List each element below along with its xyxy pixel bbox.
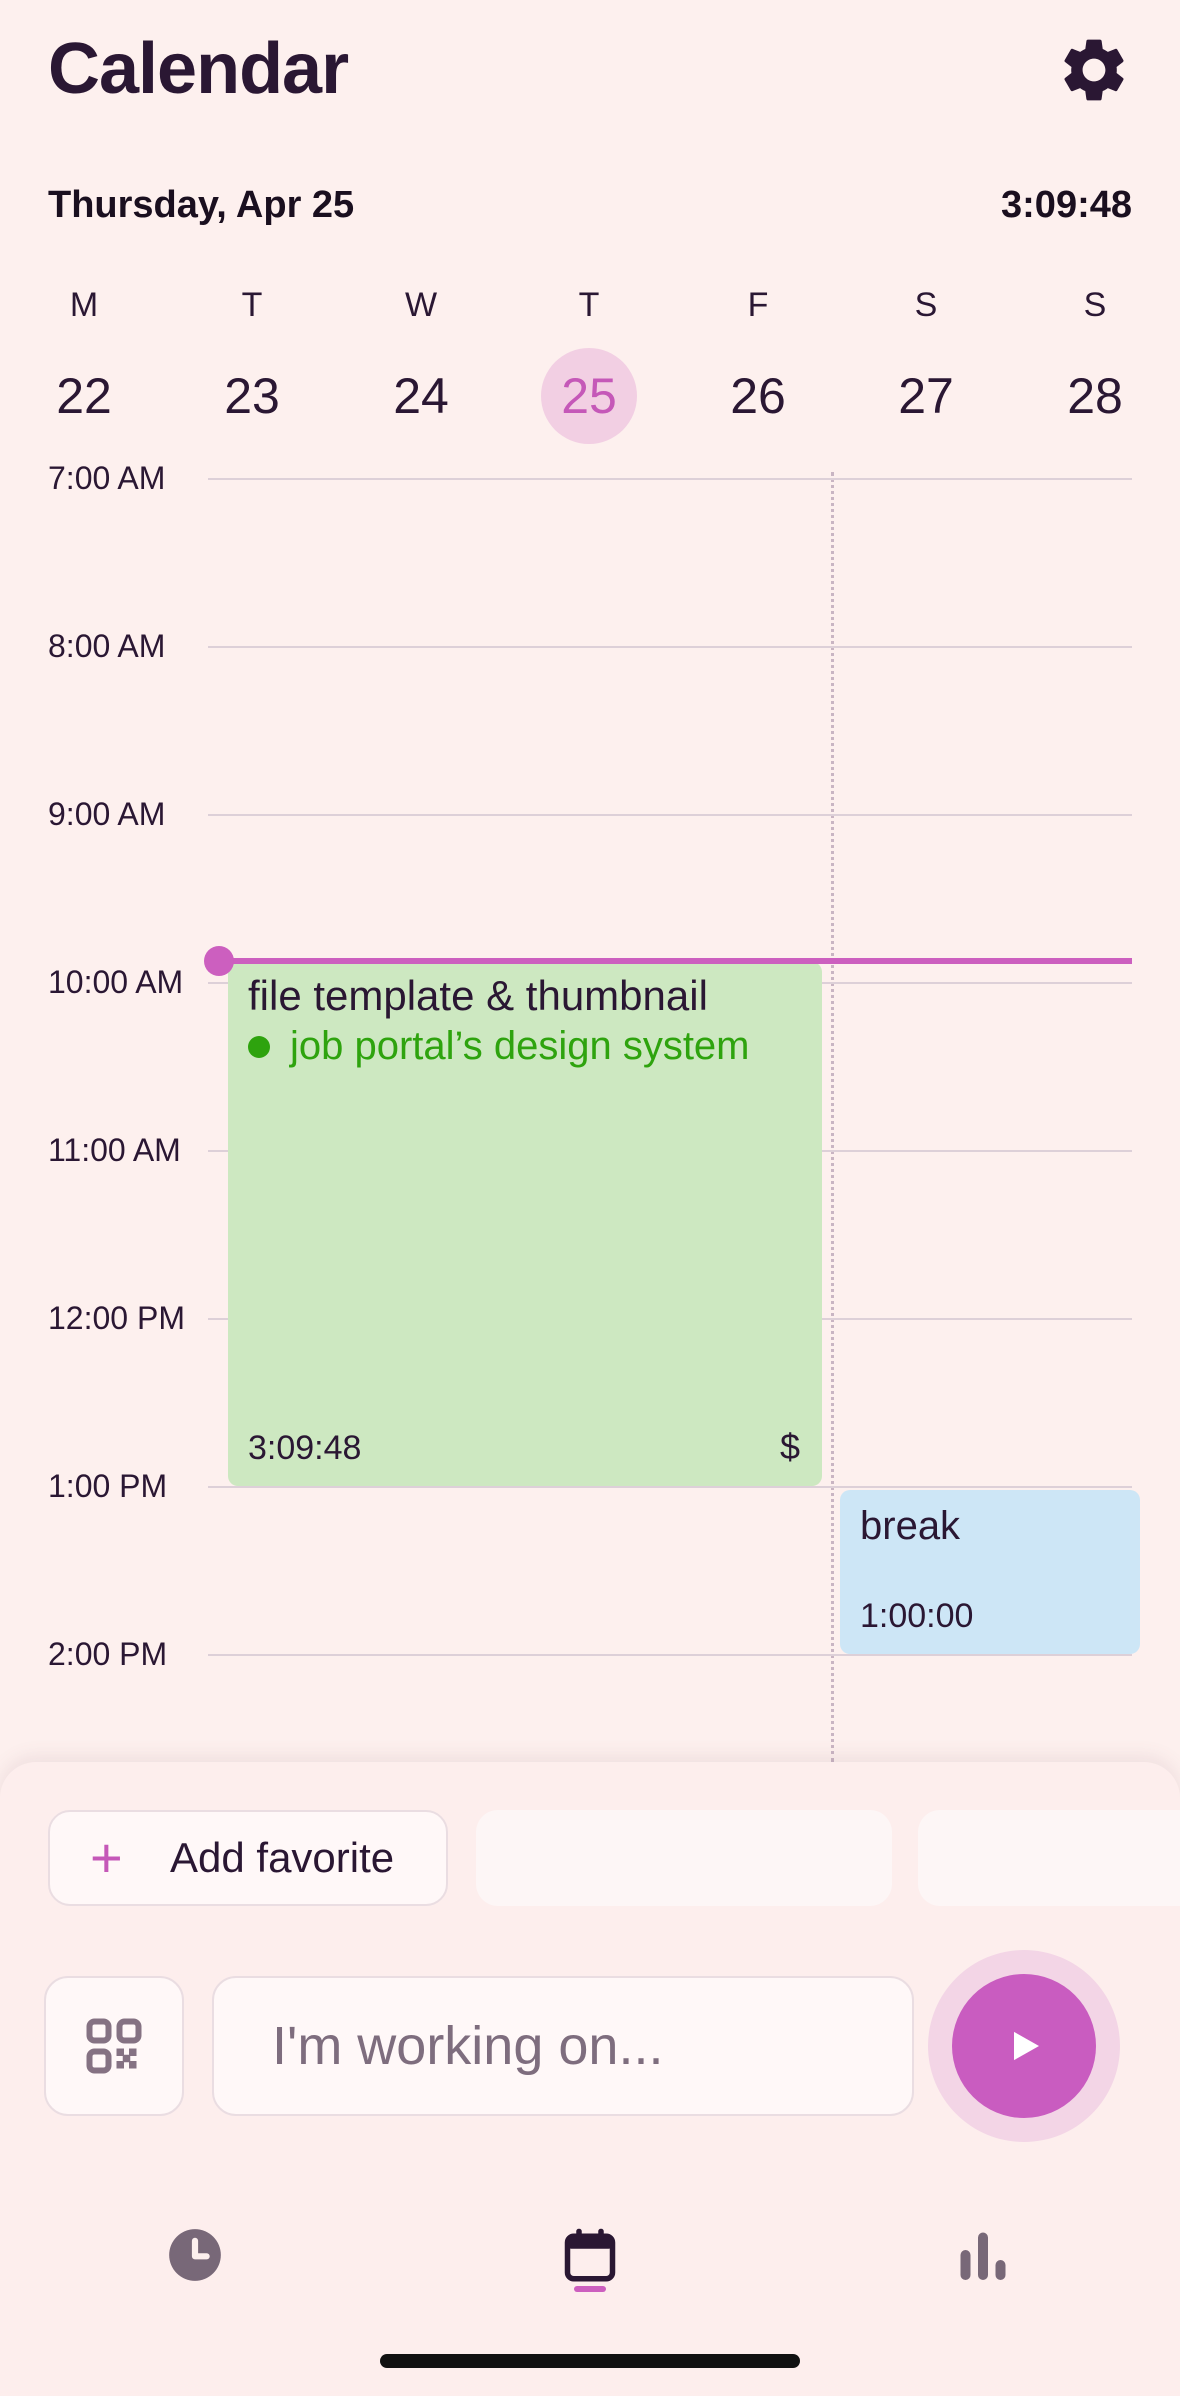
day-letter: S — [914, 286, 938, 324]
day-saturday[interactable]: S 27 — [856, 280, 996, 444]
hour-line — [208, 814, 1132, 816]
hour-label: 11:00 AM — [48, 1132, 181, 1168]
plus-icon: + — [90, 1826, 123, 1889]
favorite-slot[interactable] — [476, 1810, 892, 1906]
hour-line — [208, 1486, 1132, 1488]
day-number: 23 — [224, 368, 280, 424]
event-work[interactable]: file template & thumbnail job portal’s d… — [228, 962, 822, 1486]
add-favorite-label: Add favorite — [170, 1834, 395, 1881]
current-time: 3:09:48 — [1001, 184, 1132, 226]
bar-chart-icon — [960, 2232, 1006, 2280]
day-wednesday[interactable]: W 24 — [351, 280, 491, 444]
hour-label: 9:00 AM — [48, 796, 166, 832]
day-letter: T — [578, 286, 600, 324]
day-number-today: 25 — [541, 348, 637, 444]
day-number: 27 — [898, 368, 954, 424]
play-icon — [1014, 2031, 1039, 2061]
day-letter: M — [69, 286, 99, 324]
nav-reports[interactable] — [938, 2210, 1028, 2300]
event-project: job portal’s design system — [248, 1024, 750, 1069]
day-number: 26 — [730, 368, 786, 424]
hour-line — [208, 646, 1132, 648]
day-letter: W — [404, 286, 438, 324]
event-title: file template & thumbnail — [248, 972, 708, 1019]
day-monday[interactable]: M 22 — [14, 280, 154, 444]
hour-label: 7:00 AM — [48, 460, 166, 496]
day-letter: S — [1083, 286, 1107, 324]
day-number: 22 — [56, 368, 112, 424]
day-number: 24 — [393, 368, 449, 424]
event-break[interactable]: break 1:00:00 — [840, 1490, 1140, 1654]
hour-label: 12:00 PM — [48, 1300, 185, 1336]
current-time-dot — [204, 946, 234, 976]
hour-label: 8:00 AM — [48, 628, 166, 664]
day-tuesday[interactable]: T 23 — [182, 280, 322, 444]
event-title: break — [860, 1504, 961, 1548]
hour-label: 2:00 PM — [48, 1636, 168, 1672]
hour-label: 10:00 AM — [48, 964, 184, 1000]
settings-button[interactable] — [1052, 28, 1136, 112]
add-favorite-button[interactable]: + Add favorite — [48, 1810, 448, 1906]
nav-active-indicator — [574, 2286, 606, 2292]
event-project-label: job portal’s design system — [290, 1024, 750, 1068]
qr-scan-button[interactable] — [44, 1976, 184, 2116]
hour-line — [208, 1654, 1132, 1656]
calendar-icon — [564, 2228, 616, 2282]
hour-line — [208, 478, 1132, 480]
day-number: 28 — [1067, 368, 1123, 424]
current-time-line — [218, 958, 1132, 964]
day-divider — [831, 472, 834, 1762]
task-description-input[interactable] — [212, 1976, 914, 2116]
home-indicator — [380, 2354, 800, 2368]
billable-icon: $ — [779, 1426, 800, 1467]
day-letter: F — [747, 286, 769, 324]
day-friday[interactable]: F 26 — [688, 280, 828, 444]
page-title: Calendar — [48, 29, 349, 109]
event-duration: 1:00:00 — [860, 1597, 974, 1635]
nav-timer[interactable] — [150, 2210, 240, 2300]
start-timer-button[interactable] — [952, 1974, 1096, 2118]
clock-icon — [169, 2229, 221, 2281]
favorite-slot[interactable] — [918, 1810, 1180, 1906]
project-color-dot — [248, 1035, 270, 1058]
day-letter: T — [241, 286, 263, 324]
event-duration: 3:09:48 — [248, 1429, 362, 1467]
current-date: Thursday, Apr 25 — [48, 184, 355, 226]
gear-icon — [1064, 39, 1124, 101]
day-sunday[interactable]: S 28 — [1025, 280, 1165, 444]
day-thursday[interactable]: T 25 — [519, 280, 659, 444]
qr-code-icon — [86, 2018, 142, 2074]
week-strip: M 22 T 23 W 24 T 25 F 26 S 27 S 28 — [0, 280, 1180, 450]
calendar-timeline[interactable]: 7:00 AM 8:00 AM 9:00 AM 10:00 AM 11:00 A… — [0, 450, 1180, 1762]
hour-label: 1:00 PM — [48, 1468, 168, 1504]
